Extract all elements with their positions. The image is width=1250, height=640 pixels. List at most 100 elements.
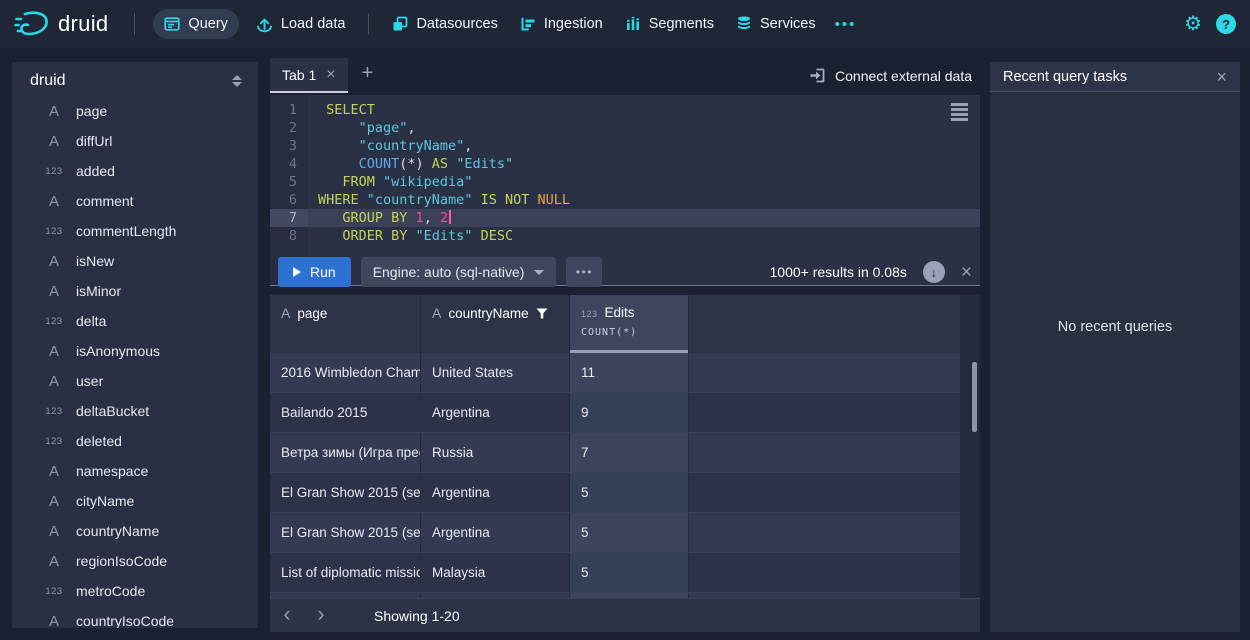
- results-scrollbar[interactable]: [972, 362, 977, 432]
- download-results-icon[interactable]: ↓: [923, 261, 945, 283]
- settings-gear-icon[interactable]: ⚙: [1184, 14, 1202, 34]
- cell-countryName[interactable]: Malaysia: [421, 553, 570, 592]
- cell-countryName[interactable]: Argentina: [421, 393, 570, 432]
- add-tab-button[interactable]: +: [348, 58, 388, 89]
- cell-edits[interactable]: 5: [570, 513, 689, 552]
- sql-token: "Edits": [456, 156, 513, 172]
- connect-external-data-button[interactable]: Connect external data: [801, 58, 980, 93]
- nav-item-segments[interactable]: Segments: [614, 0, 725, 48]
- schema-title: druid: [30, 72, 66, 90]
- numeric-type-icon: 123: [42, 436, 66, 447]
- code-line-8[interactable]: 8ORDER BY "Edits" DESC: [270, 227, 980, 245]
- sort-double-caret-icon[interactable]: [232, 75, 242, 87]
- help-icon[interactable]: ?: [1216, 14, 1236, 34]
- sidebar-column-cityName[interactable]: AcityName: [12, 486, 258, 516]
- sidebar-column-commentLength[interactable]: 123commentLength: [12, 216, 258, 246]
- sidebar-column-deltaBucket[interactable]: 123deltaBucket: [12, 396, 258, 426]
- clear-results-icon[interactable]: ×: [961, 263, 972, 282]
- sidebar-column-comment[interactable]: Acomment: [12, 186, 258, 216]
- line-number: 7: [270, 209, 308, 227]
- cell-edits[interactable]: 11: [570, 353, 689, 392]
- nav-item-datasources[interactable]: Datasources: [381, 0, 508, 48]
- close-panel-icon[interactable]: ×: [1216, 68, 1227, 86]
- cell-edits[interactable]: 7: [570, 433, 689, 472]
- code-line-2[interactable]: 2"page",: [270, 119, 980, 137]
- cell-edits[interactable]: 5: [570, 553, 689, 592]
- column-header-countryName[interactable]: AcountryName: [421, 295, 570, 353]
- sql-token: ,: [464, 138, 472, 154]
- sidebar-column-deleted[interactable]: 123deleted: [12, 426, 258, 456]
- sql-token: ,: [407, 120, 415, 136]
- nav-item-load-data[interactable]: Load data: [245, 0, 357, 48]
- code-line-6[interactable]: 6WHERE "countryName" IS NOT NULL: [270, 191, 980, 209]
- run-button[interactable]: Run: [278, 257, 351, 287]
- tasks-panel-header: Recent query tasks ×: [990, 62, 1240, 92]
- code-line-5[interactable]: 5FROM "wikipedia": [270, 173, 980, 191]
- sidebar-column-diffUrl[interactable]: AdiffUrl: [12, 126, 258, 156]
- sidebar-column-user[interactable]: Auser: [12, 366, 258, 396]
- code-line-3[interactable]: 3"countryName",: [270, 137, 980, 155]
- code-line-1[interactable]: 1SELECT: [270, 101, 980, 119]
- cell-countryName[interactable]: Russia: [421, 433, 570, 472]
- cell-countryName[interactable]: Argentina: [421, 513, 570, 552]
- nav-item-services[interactable]: Services: [725, 0, 827, 48]
- sidebar-column-metroCode[interactable]: 123metroCode: [12, 576, 258, 606]
- cell-countryName[interactable]: United States: [421, 353, 570, 392]
- table-row[interactable]: El Gran Show 2015 (seasArgentina5: [270, 473, 960, 513]
- table-row[interactable]: List of diplomatic missioMalaysia5: [270, 553, 960, 593]
- sidebar-column-countryIsoCode[interactable]: AcountryIsoCode: [12, 606, 258, 628]
- table-row[interactable]: 2016 Wimbledon ChampUnited States11: [270, 353, 960, 393]
- sidebar-column-isNew[interactable]: AisNew: [12, 246, 258, 276]
- filter-funnel-icon[interactable]: [536, 307, 548, 322]
- sidebar-column-list: ApageAdiffUrl123addedAcomment123commentL…: [12, 96, 258, 628]
- nav-more-icon[interactable]: •••: [827, 16, 865, 33]
- cell-page[interactable]: El Gran Show 2015 (seas: [270, 473, 421, 512]
- code-line-4[interactable]: 4COUNT(*) AS "Edits": [270, 155, 980, 173]
- tasks-panel-title: Recent query tasks: [1003, 69, 1127, 85]
- druid-logo[interactable]: druid: [14, 10, 108, 38]
- string-type-icon: A: [432, 305, 441, 321]
- nav-item-query[interactable]: Query: [153, 9, 239, 39]
- engine-select-button[interactable]: Engine: auto (sql-native): [361, 257, 557, 287]
- sidebar-column-delta[interactable]: 123delta: [12, 306, 258, 336]
- cell-countryName[interactable]: Argentina: [421, 473, 570, 512]
- cell-page[interactable]: List of diplomatic missio: [270, 553, 421, 592]
- cell-page[interactable]: 2016 Wimbledon Champ: [270, 353, 421, 392]
- services-icon: [736, 16, 752, 32]
- tab-close-icon[interactable]: ×: [326, 67, 335, 83]
- cell-page[interactable]: Bailando 2015: [270, 393, 421, 432]
- cell-edits[interactable]: 9: [570, 393, 689, 432]
- sidebar-column-namespace[interactable]: Anamespace: [12, 456, 258, 486]
- column-header-page[interactable]: Apage: [270, 295, 421, 353]
- editor-menu-icon[interactable]: [951, 103, 968, 121]
- column-header-edits[interactable]: 123Edits COUNT(*): [570, 295, 689, 353]
- sql-token: [375, 174, 383, 190]
- nav-item-ingestion[interactable]: Ingestion: [509, 0, 614, 48]
- string-type-icon: A: [281, 305, 290, 321]
- cell-page[interactable]: Ветра зимы (Игра прес: [270, 433, 421, 472]
- code-line-7[interactable]: 7GROUP BY 1, 2: [270, 209, 980, 227]
- cell-page[interactable]: El Gran Show 2015 (seas: [270, 513, 421, 552]
- sql-token: ,: [424, 210, 440, 226]
- sidebar-column-countryName[interactable]: AcountryName: [12, 516, 258, 546]
- sidebar-column-added[interactable]: 123added: [12, 156, 258, 186]
- sidebar-column-regionIsoCode[interactable]: AregionIsoCode: [12, 546, 258, 576]
- table-row[interactable]: El Gran Show 2015 (seasArgentina5: [270, 513, 960, 553]
- sidebar-column-isMinor[interactable]: AisMinor: [12, 276, 258, 306]
- segments-icon: [625, 16, 641, 32]
- sidebar-column-page[interactable]: Apage: [12, 96, 258, 126]
- sidebar-column-isAnonymous[interactable]: AisAnonymous: [12, 336, 258, 366]
- next-page-icon[interactable]: ›: [304, 604, 338, 628]
- schema-header[interactable]: druid: [12, 68, 258, 96]
- sql-token: SELECT: [326, 102, 375, 118]
- table-row[interactable]: Ветра зимы (Игра пресRussia7: [270, 433, 960, 473]
- cell-edits[interactable]: 5: [570, 473, 689, 512]
- tab-1[interactable]: Tab 1 ×: [270, 58, 348, 93]
- results-info: 1000+ results in 0.08s: [770, 264, 907, 280]
- table-row[interactable]: Bailando 2015Argentina9: [270, 393, 960, 433]
- prev-page-icon[interactable]: ‹: [270, 604, 304, 628]
- query-more-button[interactable]: •••: [566, 257, 602, 287]
- sql-token: AS: [432, 156, 448, 172]
- tab-bar: Tab 1 × + Connect external data: [270, 58, 980, 94]
- tasks-empty-message: No recent queries: [990, 319, 1240, 335]
